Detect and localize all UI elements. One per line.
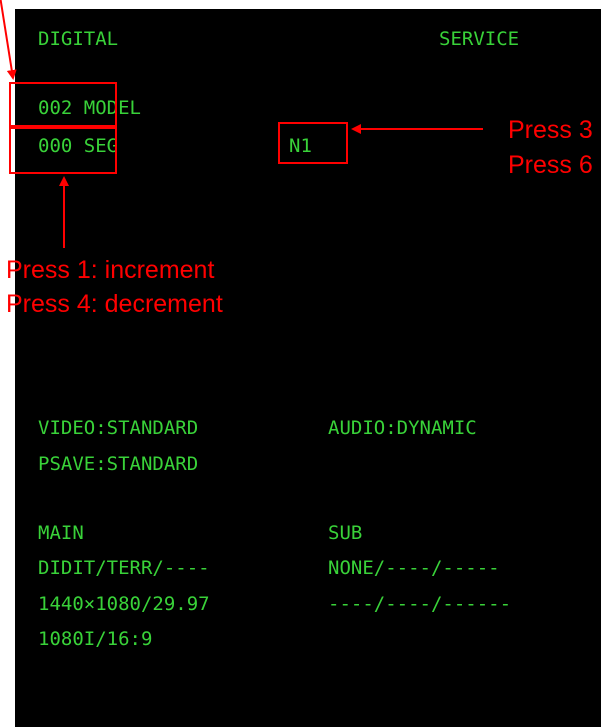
annotation-press6: Press 6 <box>508 151 593 179</box>
annotation-arrows <box>0 0 483 248</box>
annotation-decrement: Press 4: decrement <box>6 290 223 318</box>
top-left-arrow <box>0 0 17 80</box>
annotation-increment: Press 1: increment <box>6 256 215 284</box>
annotation-press3: Press 3 <box>508 116 593 144</box>
